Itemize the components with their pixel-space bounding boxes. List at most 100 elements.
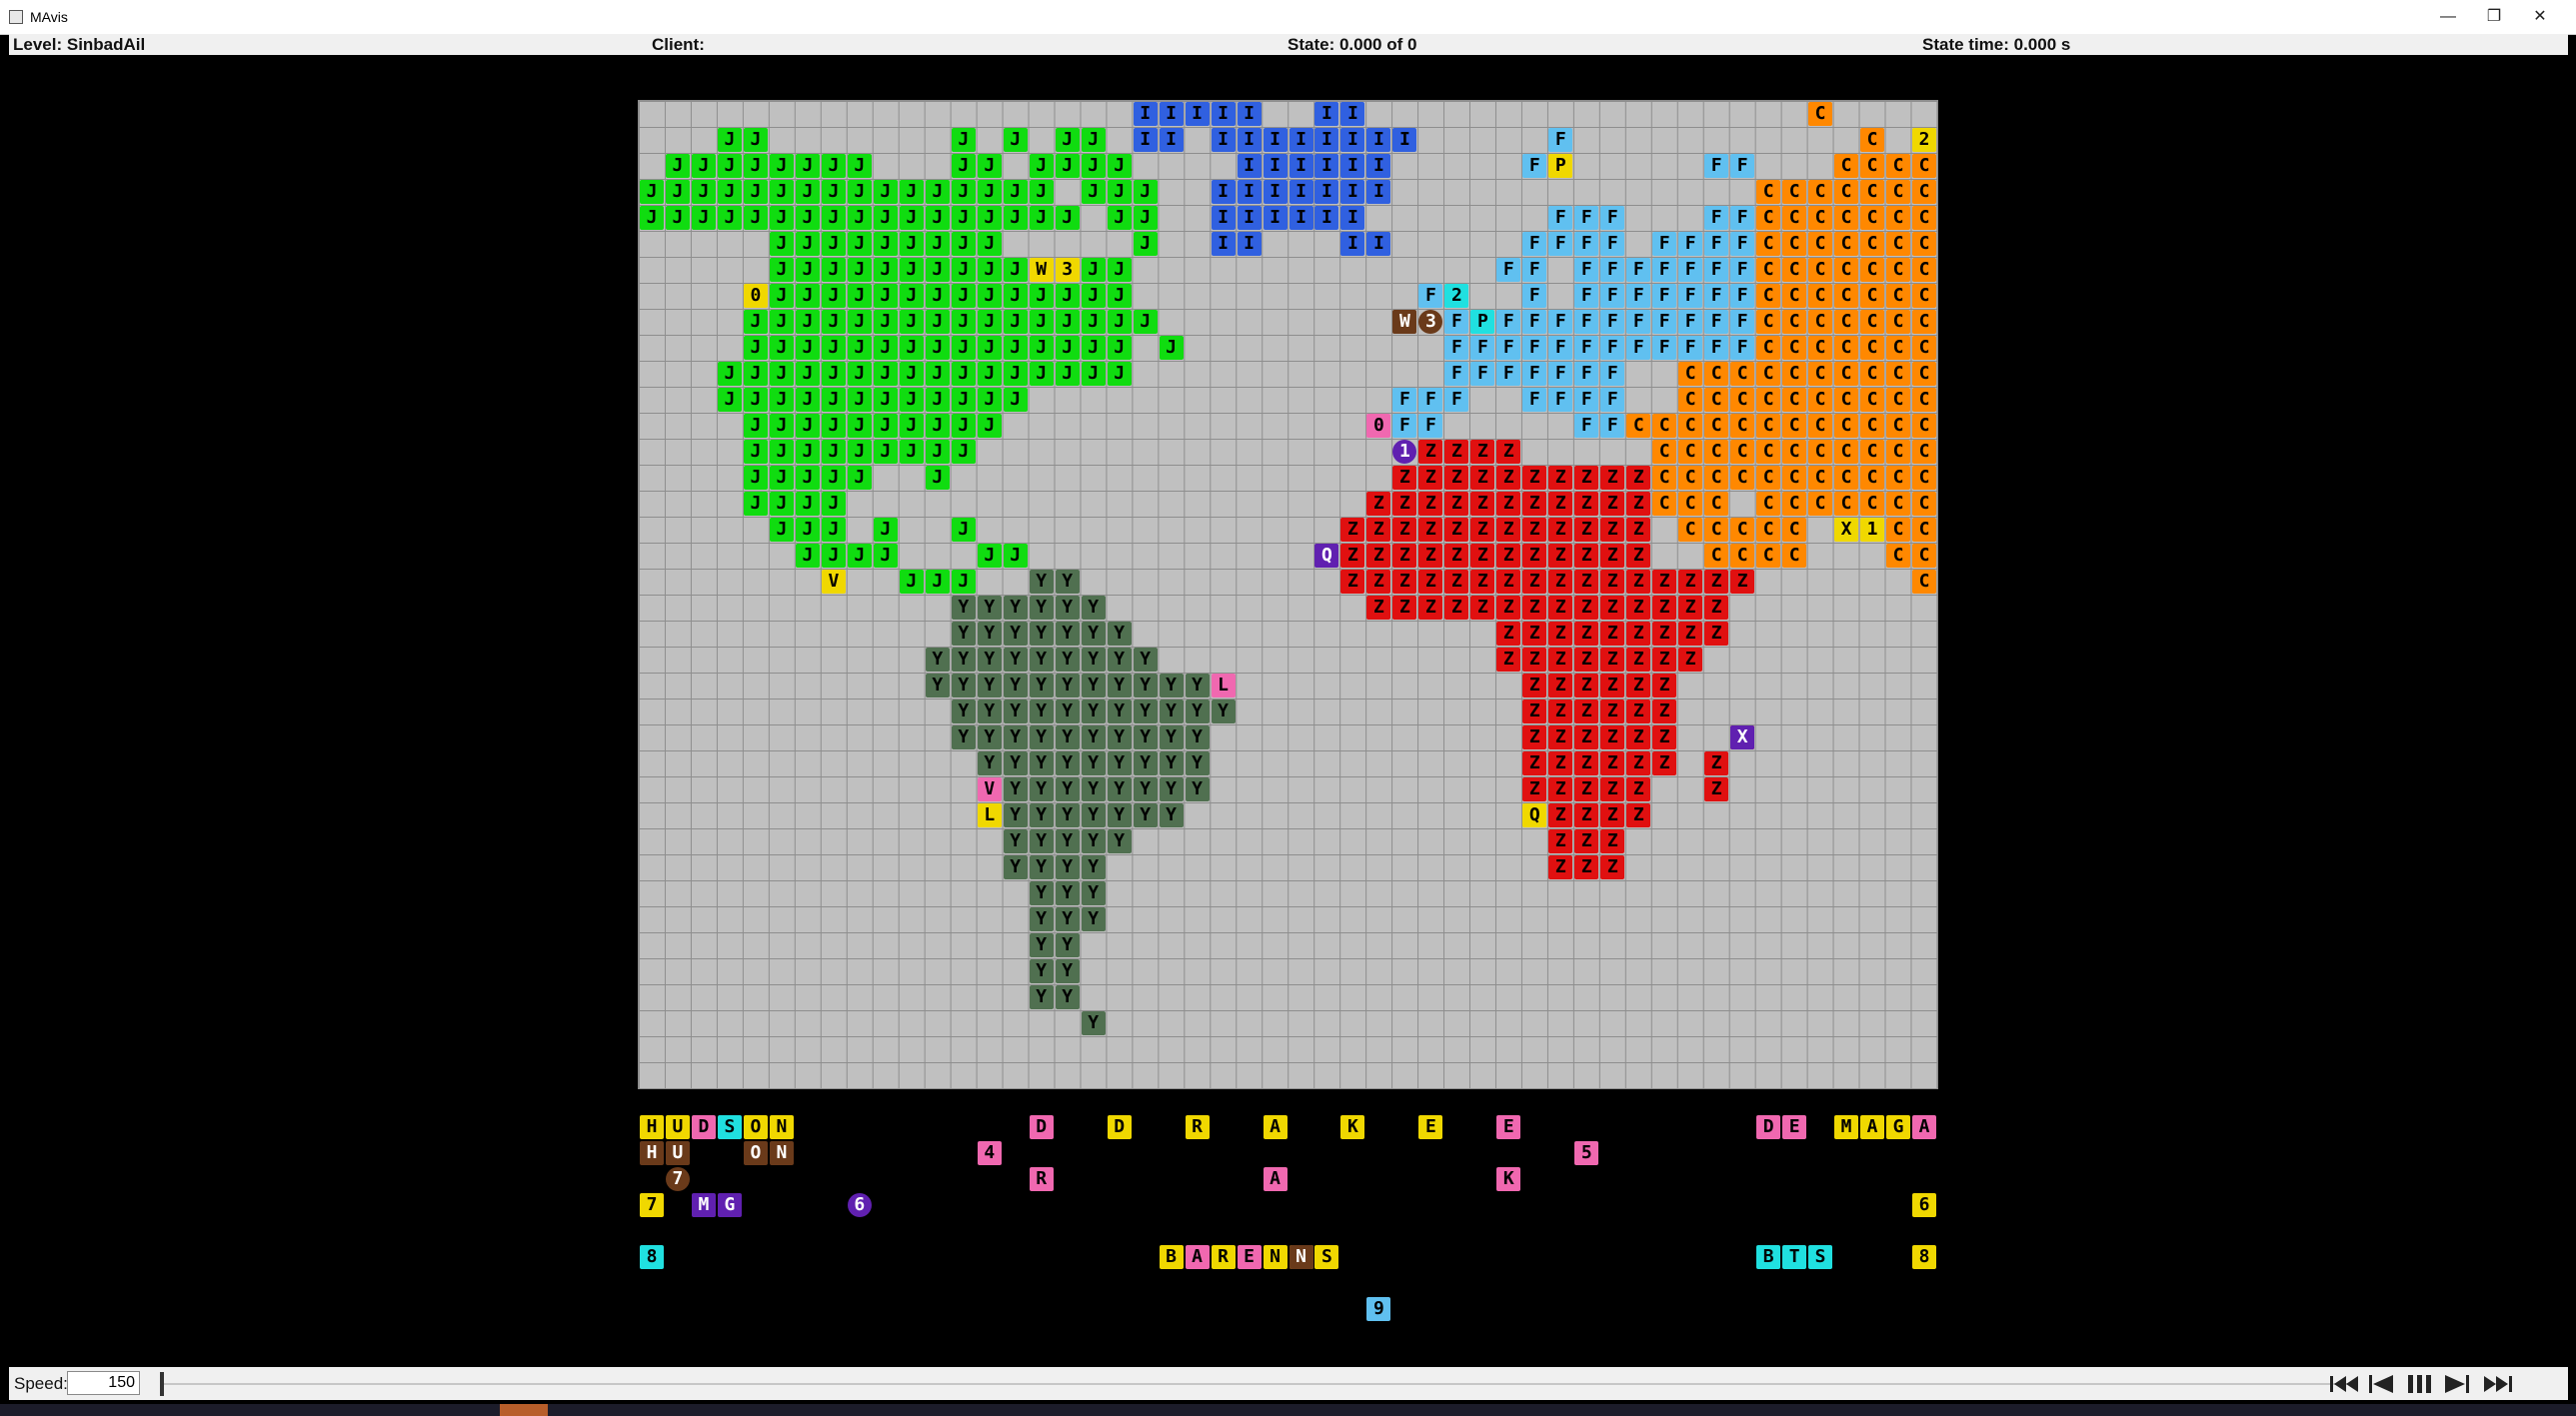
box-F: F	[1522, 310, 1547, 334]
box-J: J	[925, 388, 950, 412]
box-G: G	[717, 1193, 742, 1217]
close-button[interactable]: ✕	[2517, 4, 2563, 30]
box-C: C	[1782, 362, 1807, 386]
box-C: C	[1704, 414, 1729, 438]
box-Y: Y	[1081, 622, 1106, 646]
box-Z: Z	[1548, 751, 1573, 775]
box-Z: Z	[1626, 674, 1651, 698]
box-Z: Z	[1366, 596, 1391, 620]
box-Y: Y	[925, 674, 950, 698]
timeline-slider-handle[interactable]	[160, 1372, 164, 1396]
box-F: F	[1548, 310, 1573, 334]
box-Q: Q	[1314, 544, 1339, 568]
box-Y: Y	[977, 674, 1002, 698]
box-Y: Y	[1055, 829, 1080, 853]
box-S: S	[1314, 1245, 1339, 1269]
box-X: X	[1730, 725, 1755, 749]
box-J: J	[821, 206, 846, 230]
box-C: C	[1886, 440, 1911, 464]
box-C: C	[1678, 440, 1703, 464]
box-F: F	[1678, 336, 1703, 360]
skip-to-start-icon[interactable]	[2328, 1372, 2362, 1396]
box-J: J	[1003, 310, 1028, 334]
step-back-icon[interactable]	[2366, 1372, 2396, 1396]
box-J: J	[743, 440, 768, 464]
box-J: J	[1107, 206, 1132, 230]
box-C: C	[1730, 440, 1755, 464]
box-Y: Y	[1029, 622, 1054, 646]
box-C: C	[1912, 180, 1937, 204]
box-Y: Y	[1081, 829, 1106, 853]
box-C: C	[1704, 518, 1729, 542]
box-Z: Z	[1548, 829, 1573, 853]
box-I: I	[1288, 128, 1313, 152]
box-Y: Y	[1133, 725, 1158, 749]
box-G: G	[1886, 1115, 1911, 1139]
box-C: C	[1886, 388, 1911, 412]
box-J: J	[769, 466, 794, 490]
skip-to-end-icon[interactable]	[2480, 1372, 2514, 1396]
box-Z: Z	[1574, 492, 1599, 516]
box-Y: Y	[1003, 674, 1028, 698]
box-Z: Z	[1548, 777, 1573, 801]
box-J: J	[977, 310, 1002, 334]
box-Z: Z	[1626, 544, 1651, 568]
box-F: F	[1678, 232, 1703, 256]
box-J: J	[899, 206, 924, 230]
box-J: J	[1133, 180, 1158, 204]
maximize-button[interactable]: ❐	[2471, 4, 2517, 30]
box-6: 6	[1912, 1193, 1937, 1217]
box-Y: Y	[1029, 700, 1054, 723]
box-F: F	[1574, 388, 1599, 412]
minimize-button[interactable]: —	[2425, 4, 2471, 30]
box-Z: Z	[1652, 622, 1677, 646]
step-forward-icon[interactable]	[2442, 1372, 2472, 1396]
box-Z: Z	[1522, 466, 1547, 490]
box-J: J	[717, 154, 742, 178]
box-C: C	[1782, 440, 1807, 464]
box-M: M	[1834, 1115, 1859, 1139]
box-O: O	[743, 1141, 768, 1165]
box-Z: Z	[1574, 751, 1599, 775]
box-Z: Z	[1548, 596, 1573, 620]
box-J: J	[899, 180, 924, 204]
box-Z: Z	[1522, 700, 1547, 723]
box-Y: Y	[1081, 777, 1106, 801]
box-J: J	[847, 544, 872, 568]
box-L: L	[1211, 674, 1236, 698]
box-C: C	[1912, 310, 1937, 334]
taskbar-app-button[interactable]	[500, 1404, 548, 1416]
box-Y: Y	[951, 700, 976, 723]
box-J: J	[925, 232, 950, 256]
box-I: I	[1392, 128, 1417, 152]
box-Z: Z	[1444, 440, 1469, 464]
box-Z: Z	[1366, 544, 1391, 568]
box-Z: Z	[1392, 544, 1417, 568]
box-Y: Y	[1055, 777, 1080, 801]
box-Z: Z	[1600, 777, 1625, 801]
box-J: J	[899, 284, 924, 308]
box-J: J	[795, 544, 820, 568]
box-Z: Z	[1444, 544, 1469, 568]
box-C: C	[1886, 284, 1911, 308]
box-F: F	[1704, 258, 1729, 282]
box-Z: Z	[1470, 466, 1495, 490]
box-H: H	[640, 1115, 664, 1139]
box-Y: Y	[1133, 674, 1158, 698]
box-J: J	[1055, 336, 1080, 360]
box-J: J	[1133, 206, 1158, 230]
os-taskbar	[0, 1404, 2576, 1416]
box-J: J	[951, 154, 976, 178]
box-C: C	[1912, 362, 1937, 386]
box-F: F	[1600, 284, 1625, 308]
box-Z: Z	[1600, 570, 1625, 594]
box-I: I	[1263, 206, 1288, 230]
box-J: J	[1055, 128, 1080, 152]
pause-icon[interactable]	[2404, 1372, 2434, 1396]
speed-input[interactable]	[67, 1371, 140, 1395]
box-J: J	[821, 154, 846, 178]
timeline-slider[interactable]	[161, 1383, 2350, 1385]
box-F: F	[1730, 206, 1755, 230]
box-Z: Z	[1626, 777, 1651, 801]
box-Y: Y	[1055, 933, 1080, 957]
